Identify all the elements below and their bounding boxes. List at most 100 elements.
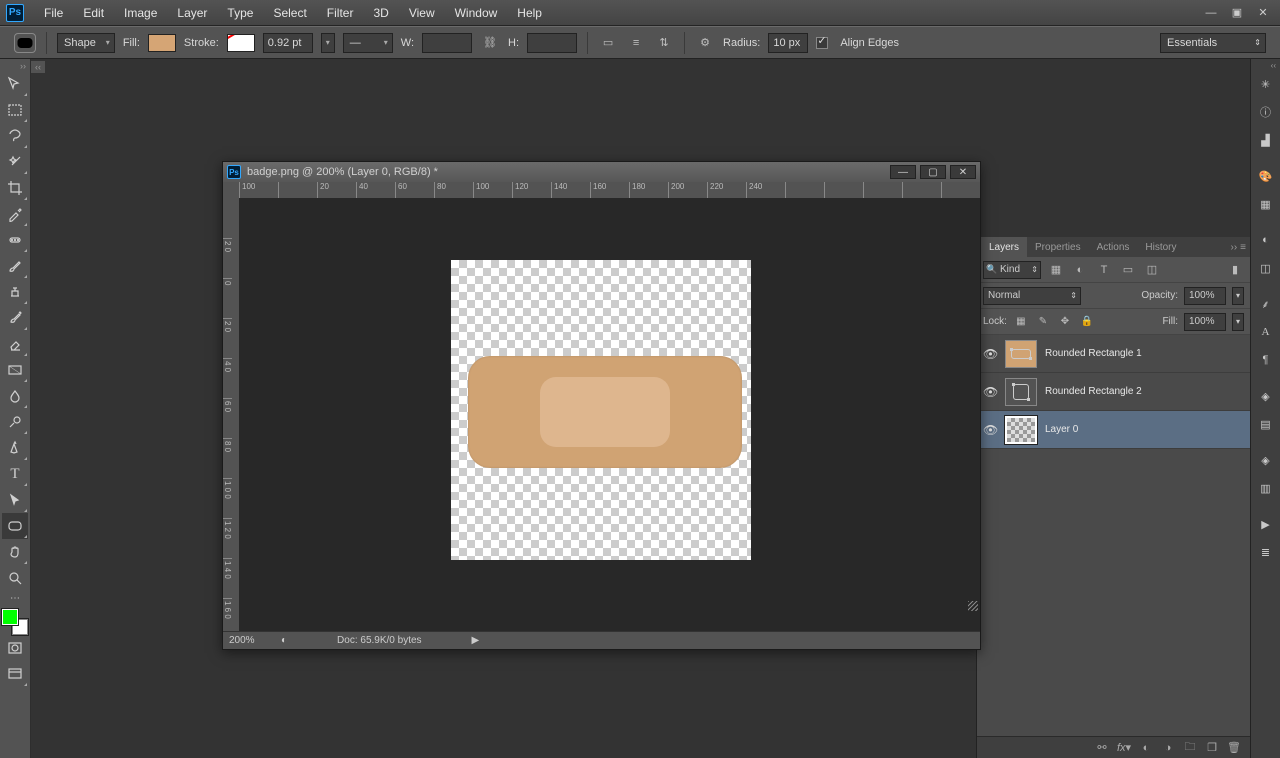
doc-minimize-icon[interactable]: — <box>890 165 916 179</box>
link-dimensions-icon[interactable]: ⛓ <box>480 33 500 53</box>
fill-swatch[interactable] <box>148 34 176 52</box>
swatches-icon[interactable]: ▦ <box>1254 192 1278 216</box>
gear-icon[interactable]: ⚙ <box>695 33 715 53</box>
lock-pixels-icon[interactable]: ✎ <box>1035 314 1051 330</box>
layer-thumbnail[interactable] <box>1005 340 1037 368</box>
styles-icon[interactable]: ◫ <box>1254 256 1278 280</box>
delete-layer-icon[interactable]: 🗑 <box>1226 740 1242 756</box>
collapse-tab-icon[interactable]: ‹‹ <box>31 61 45 73</box>
path-selection-tool[interactable] <box>2 487 28 513</box>
panel-collapse-icon[interactable]: ›› <box>0 61 30 71</box>
status-menu-icon[interactable]: ◐ <box>281 635 287 646</box>
menu-filter[interactable]: Filter <box>317 0 364 26</box>
tab-history[interactable]: History <box>1137 237 1184 257</box>
window-close-icon[interactable]: ✕ <box>1252 6 1274 20</box>
status-arrow-icon[interactable]: ▶ <box>472 635 480 646</box>
document-titlebar[interactable]: Ps badge.png @ 200% (Layer 0, RGB/8) * —… <box>223 162 980 182</box>
tab-actions[interactable]: Actions <box>1089 237 1138 257</box>
brush-tool[interactable] <box>2 253 28 279</box>
layer-row[interactable]: 👁 Layer 0 <box>977 411 1250 449</box>
menu-image[interactable]: Image <box>114 0 167 26</box>
shape-rounded-rectangle-2[interactable] <box>540 377 670 447</box>
layer-name[interactable]: Rounded Rectangle 1 <box>1045 348 1142 359</box>
path-operations-icon[interactable]: ▭ <box>598 33 618 53</box>
move-tool[interactable] <box>2 71 28 97</box>
zoom-level[interactable]: 200% <box>229 635 275 646</box>
resize-grip-icon[interactable] <box>968 601 978 611</box>
filter-type-icon[interactable]: T <box>1095 261 1113 279</box>
magic-wand-tool[interactable] <box>2 149 28 175</box>
filter-pixel-icon[interactable]: ▦ <box>1047 261 1065 279</box>
opacity-input[interactable]: 100% <box>1184 287 1226 305</box>
doc-close-icon[interactable]: ✕ <box>950 165 976 179</box>
align-edges-checkbox[interactable] <box>816 37 828 49</box>
menu-window[interactable]: Window <box>445 0 508 26</box>
lock-position-icon[interactable]: ✥ <box>1057 314 1073 330</box>
radius-input[interactable]: 10 px <box>768 33 808 53</box>
strip-collapse-icon[interactable]: ‹‹ <box>1251 61 1280 69</box>
blend-mode-dropdown[interactable]: Normal <box>983 287 1081 305</box>
history-brush-tool[interactable] <box>2 305 28 331</box>
opacity-dropdown[interactable]: ▾ <box>1232 287 1244 305</box>
type-tool[interactable]: T <box>2 461 28 487</box>
menu-3d[interactable]: 3D <box>363 0 398 26</box>
stroke-width-input[interactable]: 0.92 pt <box>263 33 313 53</box>
doc-info[interactable]: Doc: 65.9K/0 bytes <box>337 635 422 646</box>
layer-fx-icon[interactable]: fx▾ <box>1116 740 1132 756</box>
edit-toolbar-icon[interactable]: ⋯ <box>2 591 28 605</box>
width-input[interactable] <box>422 33 472 53</box>
stroke-style-dropdown[interactable]: — <box>343 33 393 53</box>
lock-transparency-icon[interactable]: ▦ <box>1013 314 1029 330</box>
visibility-eye-icon[interactable]: 👁 <box>983 347 997 361</box>
document-body[interactable]: 10020406080100120140160180200220240 2 00… <box>223 182 980 631</box>
new-group-icon[interactable]: 🗀 <box>1182 740 1198 756</box>
panel-collapse-icon[interactable]: ›› <box>1230 242 1237 253</box>
layer-row[interactable]: 👁 Rounded Rectangle 2 <box>977 373 1250 411</box>
crop-tool[interactable] <box>2 175 28 201</box>
zoom-tool[interactable] <box>2 565 28 591</box>
lock-all-icon[interactable]: 🔒 <box>1079 314 1095 330</box>
measurement-icon[interactable]: ≣ <box>1254 540 1278 564</box>
window-minimize-icon[interactable]: — <box>1200 6 1222 20</box>
ruler-vertical[interactable]: 2 002 04 06 08 01 0 01 2 01 4 01 6 0 <box>223 198 239 631</box>
eyedropper-tool[interactable] <box>2 201 28 227</box>
menu-help[interactable]: Help <box>507 0 552 26</box>
menu-select[interactable]: Select <box>263 0 316 26</box>
dodge-tool[interactable] <box>2 409 28 435</box>
filter-smart-icon[interactable]: ◫ <box>1143 261 1161 279</box>
filter-adjust-icon[interactable]: ◐ <box>1071 261 1089 279</box>
tool-mode-dropdown[interactable]: Shape <box>57 33 115 53</box>
panel-menu-icon[interactable]: ≡ <box>1240 242 1246 253</box>
eraser-tool[interactable] <box>2 331 28 357</box>
adjustment-layer-icon[interactable]: ◑ <box>1160 740 1176 756</box>
adjustments-icon[interactable]: ◐ <box>1254 228 1278 252</box>
path-arrange-icon[interactable]: ⇅ <box>654 33 674 53</box>
quick-mask-icon[interactable] <box>2 635 28 661</box>
menu-edit[interactable]: Edit <box>73 0 114 26</box>
foreground-color-swatch[interactable] <box>2 609 18 625</box>
tab-properties[interactable]: Properties <box>1027 237 1089 257</box>
clone-stamp-tool[interactable] <box>2 279 28 305</box>
filter-kind-dropdown[interactable]: Kind <box>983 261 1041 279</box>
visibility-eye-icon[interactable]: 👁 <box>983 385 997 399</box>
filter-toggle-icon[interactable]: ▮ <box>1226 261 1244 279</box>
visibility-eye-icon[interactable]: 👁 <box>983 423 997 437</box>
rounded-rectangle-tool[interactable] <box>2 513 28 539</box>
canvas[interactable] <box>451 260 751 560</box>
paragraph-icon[interactable]: ¶ <box>1254 348 1278 372</box>
layer-mask-icon[interactable]: ◐ <box>1138 740 1154 756</box>
histogram-icon[interactable]: ▟ <box>1254 128 1278 152</box>
lasso-tool[interactable] <box>2 123 28 149</box>
marquee-tool[interactable] <box>2 97 28 123</box>
height-input[interactable] <box>527 33 577 53</box>
info-icon[interactable]: ⓘ <box>1254 100 1278 124</box>
3d-icon[interactable]: ◈ <box>1254 384 1278 408</box>
path-align-icon[interactable]: ≡ <box>626 33 646 53</box>
channels-icon[interactable]: ▥ <box>1254 476 1278 500</box>
tab-layers[interactable]: Layers <box>981 237 1027 257</box>
color-icon[interactable]: 🎨 <box>1254 164 1278 188</box>
layer-name[interactable]: Rounded Rectangle 2 <box>1045 386 1142 397</box>
workspace-dropdown[interactable]: Essentials <box>1160 33 1266 53</box>
pen-tool[interactable] <box>2 435 28 461</box>
blur-tool[interactable] <box>2 383 28 409</box>
